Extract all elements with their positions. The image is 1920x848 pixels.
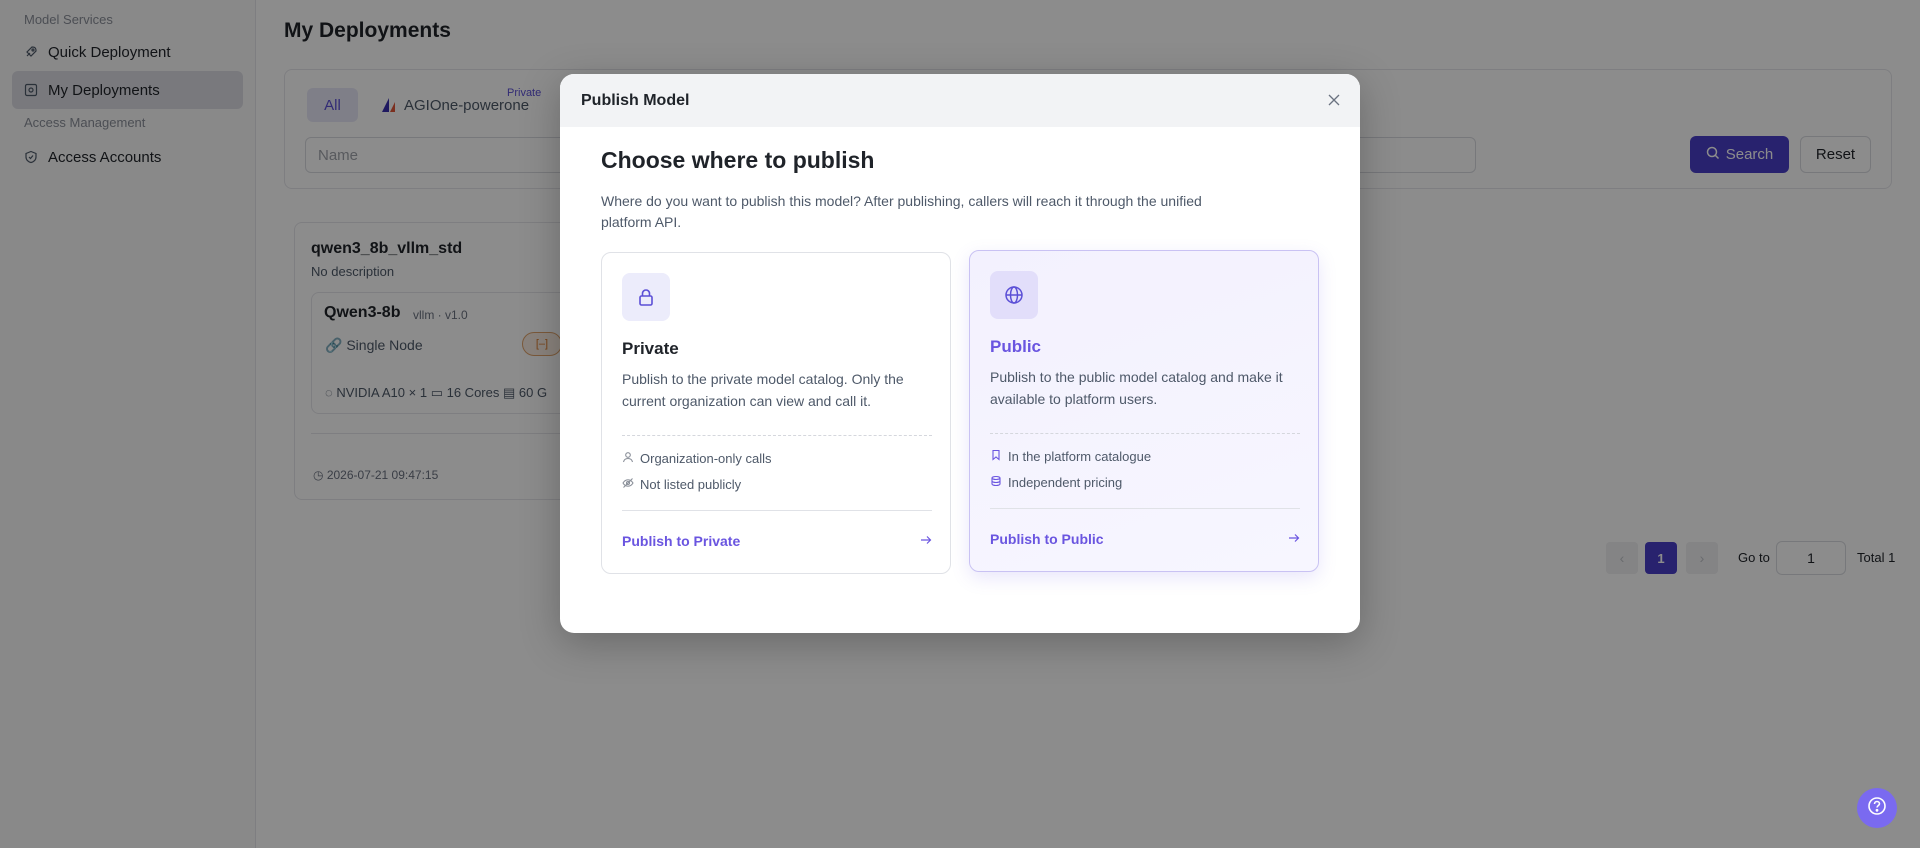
coins-icon xyxy=(990,475,1002,490)
close-icon[interactable] xyxy=(1326,92,1342,108)
feature-label: Independent pricing xyxy=(1008,475,1123,490)
divider xyxy=(622,435,932,436)
eye-off-icon xyxy=(622,477,634,492)
option-private-card[interactable]: Private Publish to the private model cat… xyxy=(601,252,951,574)
publish-model-dialog: Publish Model Choose where to publish Wh… xyxy=(560,74,1360,633)
user-icon xyxy=(622,451,634,466)
option-public-title: Public xyxy=(990,337,1042,356)
modal-description: Where do you want to publish this model?… xyxy=(601,193,1202,230)
help-button[interactable] xyxy=(1857,788,1897,828)
feature-item: Independent pricing xyxy=(990,475,1122,490)
feature-label: Not listed publicly xyxy=(640,477,742,492)
feature-item: In the platform catalogue xyxy=(990,449,1151,464)
action-label: Publish to Public xyxy=(990,531,1104,547)
modal-heading: Choose where to publish xyxy=(601,147,875,173)
lock-icon xyxy=(622,273,670,321)
bookmark-icon xyxy=(990,449,1002,464)
divider xyxy=(622,510,932,511)
publish-to-private-button[interactable]: Publish to Private xyxy=(622,533,932,549)
feature-item: Organization-only calls xyxy=(622,451,772,466)
feature-label: In the platform catalogue xyxy=(1008,449,1152,464)
globe-icon xyxy=(990,271,1038,319)
option-private-title: Private xyxy=(622,339,679,358)
modal-title: Publish Model xyxy=(581,92,690,109)
divider xyxy=(990,433,1300,434)
option-private-description: Publish to the private model catalog. On… xyxy=(622,371,904,409)
action-label: Publish to Private xyxy=(622,533,741,549)
arrow-right-icon xyxy=(920,533,932,549)
divider xyxy=(990,508,1300,509)
option-public-description: Publish to the public model catalog and … xyxy=(990,369,1283,407)
feature-label: Organization-only calls xyxy=(640,451,772,466)
option-public-card[interactable]: Public Publish to the public model catal… xyxy=(969,250,1319,572)
feature-item: Not listed publicly xyxy=(622,477,741,492)
help-icon xyxy=(1867,796,1887,821)
arrow-right-icon xyxy=(1288,531,1300,547)
publish-to-public-button[interactable]: Publish to Public xyxy=(990,531,1300,547)
